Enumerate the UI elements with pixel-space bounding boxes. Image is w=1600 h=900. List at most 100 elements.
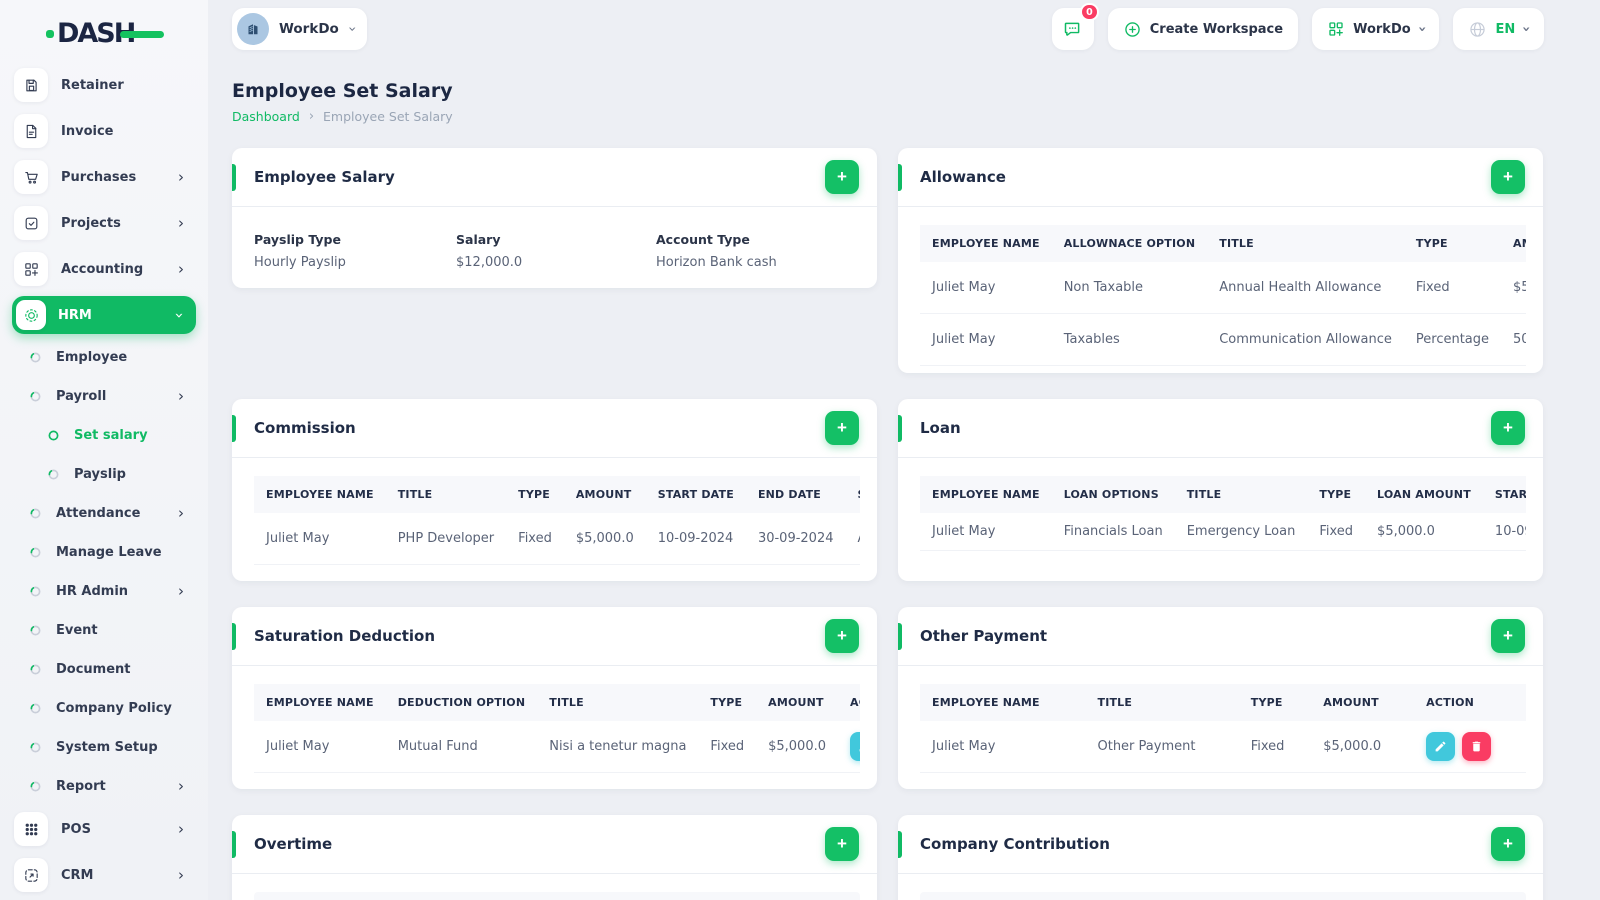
sidebar-item-employee[interactable]: Employee <box>0 338 208 377</box>
allowance-table: EMPLOYEE NAMEALLOWNACE OPTIONTITLETYPEAM… <box>920 225 1526 366</box>
sidebar-item-label: HR Admin <box>56 584 129 599</box>
page-title: Employee Set Salary <box>232 80 453 102</box>
bullet-icon <box>28 701 43 716</box>
chevron-down-icon: › <box>1413 26 1430 32</box>
messages-button[interactable]: 0 <box>1051 3 1099 50</box>
bullet-icon <box>28 779 43 794</box>
sidebar-item-accounting[interactable]: Accounting › <box>0 246 208 292</box>
sidebar-item-retainer[interactable]: Retainer <box>0 62 208 108</box>
sidebar-item-purchases[interactable]: Purchases › <box>0 154 208 200</box>
table-cell: PHP Developer <box>385 513 507 565</box>
table-cell: 50% ($6,000.0) <box>1501 313 1526 366</box>
table-row: Juliet May Other Payment Fixed $5,000.0 <box>920 721 1526 773</box>
saturation-deduction-card: Saturation Deduction + EMPLOYEE NAME DEDU… <box>232 607 877 789</box>
table-cell: Active <box>845 513 860 565</box>
chevron-down-icon: › <box>1518 26 1535 32</box>
language-button[interactable]: EN › <box>1453 8 1544 50</box>
table-cell: 10-09-2024 <box>1482 513 1526 551</box>
column-header: LOAN AMOUNT <box>1365 476 1483 513</box>
column-header: TYPE <box>506 476 564 513</box>
add-other-payment-button[interactable]: + <box>1491 619 1525 653</box>
table-cell: Juliet May <box>920 262 1052 314</box>
sidebar-item-projects[interactable]: Projects › <box>0 200 208 246</box>
sidebar-item-label: System Setup <box>56 740 158 755</box>
sidebar-item-crm[interactable]: CRM › <box>0 852 208 898</box>
sidebar-item-payslip[interactable]: Payslip <box>0 455 208 494</box>
sidebar-item-hrm[interactable]: HRM › <box>12 296 196 334</box>
table-cell: Fixed <box>1238 721 1312 773</box>
column-header: TYPE <box>1307 476 1366 513</box>
add-company-contribution-button[interactable]: + <box>1491 827 1525 861</box>
edit-button[interactable] <box>850 732 860 761</box>
sidebar-item-label: Document <box>56 662 131 677</box>
loan-table: EMPLOYEE NAME LOAN OPTIONS TITLE TYPE LOAN A… <box>920 476 1526 551</box>
table-cell: $5,000.0 <box>1501 262 1526 314</box>
create-workspace-label: Create Workspace <box>1149 21 1284 37</box>
sidebar-item-pos[interactable]: POS › <box>0 806 208 852</box>
column-header: AMOUNT <box>563 476 646 513</box>
sidebar-item-invoice[interactable]: Invoice <box>0 108 208 154</box>
divider <box>232 873 877 874</box>
divider <box>232 665 877 666</box>
employee-salary-card: Employee Salary + Payslip Type Hourly Pa… <box>232 148 877 288</box>
allowance-card: Allowance + EMPLOYEE NAME ALLOWNACE OPTIO… <box>898 148 1543 373</box>
table-cell: Annual Health Allowance <box>1207 262 1404 314</box>
accounting-icon <box>14 252 48 286</box>
sidebar-item-document[interactable]: Document <box>0 650 208 689</box>
loan-card: Loan + EMPLOYEE NAME LOAN OPTIONS TITLE TYP… <box>898 399 1543 581</box>
delete-button[interactable] <box>1462 732 1492 761</box>
workspace-chip[interactable]: WorkDo › <box>232 8 368 50</box>
sidebar-item-report[interactable]: Report › <box>0 767 208 806</box>
building-icon <box>248 24 258 35</box>
table-header-row: EMPLOYEE NAME LOAN OPTIONS TITLE TYPE LOAN A… <box>920 476 1526 513</box>
globe-icon <box>1470 21 1486 37</box>
divider <box>898 457 1543 458</box>
add-overtime-button[interactable]: + <box>825 827 859 861</box>
table-row: Juliet May PHP Developer Fixed $5,000.0 10-0… <box>254 513 860 565</box>
table-header-row: EMPLOYEE NAMEALLOWNACE OPTIONTITLETYPEAM… <box>920 225 1526 262</box>
column-header: EMPLOYEE NAME <box>254 684 386 721</box>
edit-button[interactable] <box>1426 732 1456 761</box>
field-value: Hourly Payslip <box>254 255 346 270</box>
add-saturation-deduction-button[interactable]: + <box>825 619 859 653</box>
sidebar-item-hr-admin[interactable]: HR Admin › <box>0 572 208 611</box>
column-header: TITLE <box>1174 476 1308 513</box>
card-title: Allowance <box>920 168 1006 186</box>
topbar: WorkDo › 0 Create Workspace WorkDo › EN … <box>232 3 1544 50</box>
column-header: START DATE <box>1482 476 1526 513</box>
sidebar-item-company-policy[interactable]: Company Policy <box>0 689 208 728</box>
retainer-icon <box>14 68 48 102</box>
sidebar-item-event[interactable]: Event <box>0 611 208 650</box>
breadcrumb-dashboard-link[interactable]: Dashboard <box>232 109 300 124</box>
workspace-menu-button[interactable]: WorkDo › <box>1312 8 1440 50</box>
card-title: Commission <box>254 419 356 437</box>
plus-circle-icon <box>1125 21 1140 37</box>
workspace-avatar <box>237 13 269 45</box>
card-accent <box>232 623 236 650</box>
chevron-right-icon: › <box>178 213 184 232</box>
add-commission-button[interactable]: + <box>825 411 859 445</box>
sidebar-item-attendance[interactable]: Attendance › <box>0 494 208 533</box>
add-employee-salary-button[interactable]: + <box>825 160 859 194</box>
column-header: ACTION <box>838 684 860 721</box>
bullet-icon <box>28 389 43 404</box>
column-header: DEDUCTION OPTION <box>385 684 538 721</box>
sidebar-item-set-salary[interactable]: Set salary <box>0 416 208 455</box>
create-workspace-button[interactable]: Create Workspace <box>1107 8 1299 50</box>
sidebar-item-label: Set salary <box>74 428 148 443</box>
add-loan-button[interactable]: + <box>1491 411 1525 445</box>
table-cell: Juliet May <box>254 721 386 773</box>
sidebar-item-label: Payroll <box>56 389 107 404</box>
sidebar-item-payroll[interactable]: Payroll › <box>0 377 208 416</box>
table-cell: Juliet May <box>920 721 1086 773</box>
card-title: Employee Salary <box>254 168 395 186</box>
brand-logo[interactable]: DASH <box>46 16 165 50</box>
divider <box>898 873 1543 874</box>
sidebar-item-label: Manage Leave <box>56 545 162 560</box>
sidebar-item-label: Report <box>56 779 106 794</box>
add-allowance-button[interactable]: + <box>1491 160 1525 194</box>
sidebar-item-system-setup[interactable]: System Setup <box>0 728 208 767</box>
sidebar-item-manage-leave[interactable]: Manage Leave <box>0 533 208 572</box>
card-title: Other Payment <box>920 627 1048 645</box>
table-header-strip <box>920 892 1526 900</box>
